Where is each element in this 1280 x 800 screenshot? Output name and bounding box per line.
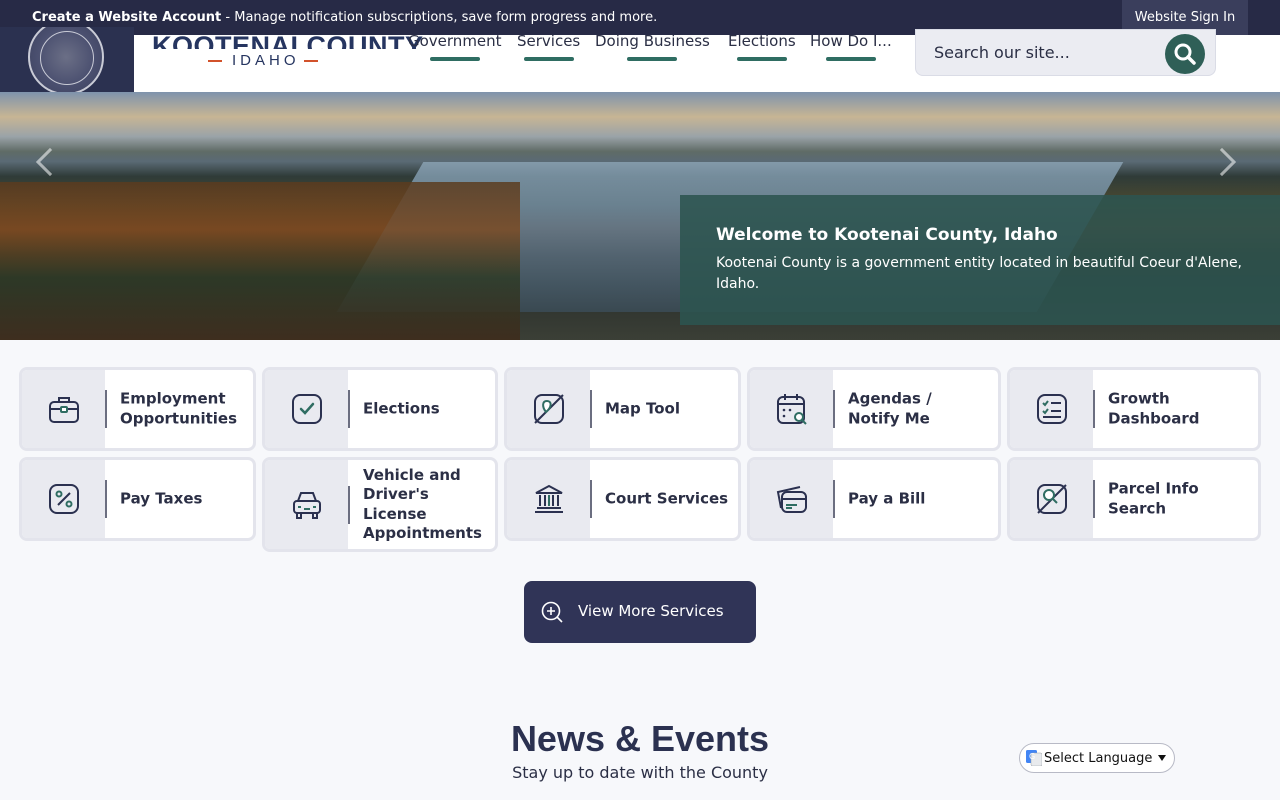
tile-divider (1093, 480, 1095, 518)
tile-label: Elections (363, 399, 440, 418)
courthouse-icon (534, 484, 563, 513)
tile-divider (590, 480, 592, 518)
nav-label: Elections (728, 32, 796, 50)
hero-next-arrow-icon[interactable] (1207, 147, 1237, 177)
hero-title: Welcome to Kootenai County, Idaho (716, 225, 1058, 245)
nav-label: Services (517, 32, 581, 50)
search-button[interactable] (1165, 34, 1205, 74)
nav-underline (627, 57, 678, 61)
quick-link-parcel-search[interactable]: Parcel Info Search (1007, 457, 1261, 541)
quick-link-pay-taxes[interactable]: Pay Taxes (19, 457, 256, 541)
nav-elections[interactable]: Elections (728, 32, 796, 61)
tile-icon-box (1010, 370, 1093, 448)
county-seal-icon (28, 27, 104, 92)
quick-link-growth-dashboard[interactable]: Growth Dashboard (1007, 367, 1261, 451)
tile-divider (105, 480, 107, 518)
tile-label: Agendas / Notify Me (848, 389, 932, 428)
tile-icon-box (750, 460, 833, 538)
nav-how-do-i[interactable]: How Do I... (810, 32, 892, 61)
tile-label: Vehicle and Driver's License Appointment… (363, 465, 482, 543)
percent-icon (48, 484, 79, 514)
briefcase-icon (48, 397, 79, 423)
tile-divider (1093, 390, 1095, 428)
car-icon (292, 491, 321, 519)
language-select-label: Select Language (1044, 751, 1153, 766)
tile-label: Parcel Info Search (1108, 479, 1199, 518)
language-select[interactable]: G Select Language (1019, 743, 1175, 773)
tile-divider (590, 390, 592, 428)
nav-doing-business[interactable]: Doing Business (595, 32, 710, 61)
nav-underline (523, 57, 574, 61)
nav-label: Doing Business (595, 32, 710, 50)
tile-label: Pay a Bill (848, 489, 926, 508)
site-header: KOOTENAI COUNTY IDAHO Government Service… (0, 27, 1280, 92)
view-more-services-button[interactable]: View More Services (524, 581, 756, 643)
nav-label: Government (408, 32, 502, 50)
hero-forest-image (0, 182, 520, 340)
county-seal-logo[interactable] (0, 27, 134, 92)
nav-underline (825, 57, 876, 61)
logo-county-name[interactable]: KOOTENAI COUNTY (152, 23, 424, 49)
tile-divider (833, 390, 835, 428)
hero-banner: Welcome to Kootenai County, Idaho Kooten… (0, 92, 1280, 340)
hero-welcome-card: Welcome to Kootenai County, Idaho Kooten… (680, 195, 1280, 325)
site-search (915, 29, 1216, 76)
tile-icon-box (22, 460, 105, 538)
quick-link-elections[interactable]: Elections (262, 367, 498, 451)
search-icon (1174, 43, 1196, 65)
tile-icon-box (507, 460, 590, 538)
quick-link-map-tool[interactable]: Map Tool (504, 367, 741, 451)
quick-link-vehicle-license[interactable]: Vehicle and Driver's License Appointment… (262, 457, 498, 552)
quick-link-court-services[interactable]: Court Services (504, 457, 741, 541)
quick-link-agendas[interactable]: Agendas / Notify Me (747, 367, 1001, 451)
hero-text: Kootenai County is a government entity l… (716, 255, 1243, 292)
chevron-down-icon (1158, 755, 1166, 761)
tile-label: Map Tool (605, 399, 680, 418)
tile-icon-box (265, 370, 348, 448)
tile-label: Growth Dashboard (1108, 389, 1200, 428)
tile-divider (348, 485, 350, 524)
tile-divider (833, 480, 835, 518)
map-pin-icon (533, 394, 564, 424)
tile-icon-box (22, 370, 105, 448)
google-translate-icon: G (1026, 750, 1042, 766)
nav-label: How Do I... (810, 32, 892, 50)
checklist-icon (1036, 394, 1067, 424)
checkbox-icon (291, 394, 322, 424)
credit-card-icon (776, 486, 807, 513)
view-more-services-label: View More Services (578, 602, 724, 620)
tile-label: Court Services (605, 489, 729, 508)
tile-divider (348, 390, 350, 428)
map-search-icon (1036, 484, 1067, 514)
quick-link-pay-a-bill[interactable]: Pay a Bill (747, 457, 1001, 541)
nav-underline (736, 57, 787, 61)
nav-underline (429, 57, 480, 61)
zoom-plus-icon (541, 601, 563, 623)
hero-prev-arrow-icon[interactable] (35, 147, 65, 177)
tile-divider (105, 390, 107, 428)
logo-state-name[interactable]: IDAHO (208, 52, 318, 69)
search-input[interactable] (934, 40, 1154, 64)
tile-icon-box (265, 460, 348, 549)
tile-icon-box (507, 370, 590, 448)
tile-icon-box (750, 370, 833, 448)
tile-icon-box (1010, 460, 1093, 538)
tile-label: Pay Taxes (120, 489, 203, 508)
logo-state-text: IDAHO (232, 52, 300, 69)
svg-text:G: G (1029, 752, 1035, 761)
tile-label: Employment Opportunities (120, 389, 238, 428)
calendar-search-icon (776, 394, 807, 425)
nav-government[interactable]: Government (408, 32, 502, 61)
nav-services[interactable]: Services (517, 32, 581, 61)
quick-link-employment[interactable]: Employment Opportunities (19, 367, 256, 451)
